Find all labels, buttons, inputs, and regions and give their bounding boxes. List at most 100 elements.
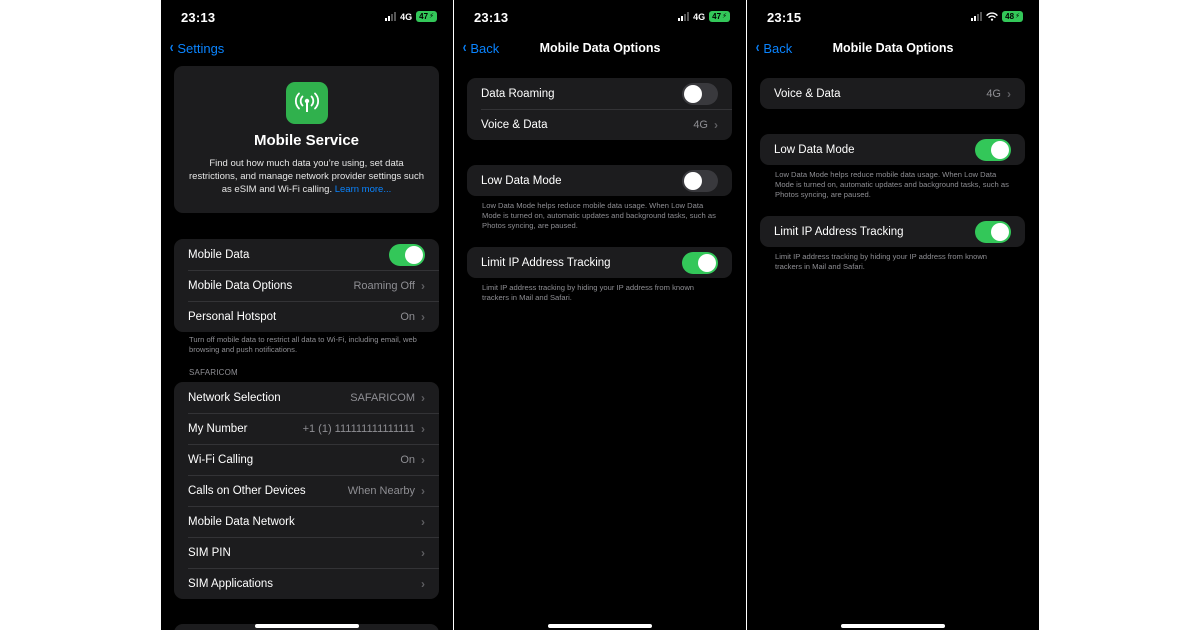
limit-ip-footer: Limit IP address tracking by hiding your… (775, 252, 988, 271)
limit-ip-group: Limit IP Address Tracking (760, 216, 1025, 247)
status-bar: 23:13 4G 47 ⚡ (454, 10, 746, 28)
row-label: Wi-Fi Calling (188, 453, 254, 466)
row-label: Mobile Data (188, 248, 250, 261)
battery-level: 47 (712, 12, 722, 21)
status-bar: 23:13 4G 47 ⚡ (161, 10, 453, 28)
row-label: Mobile Data Network (188, 515, 295, 528)
row-network-selection[interactable]: Network Selection SAFARICOM › (174, 382, 439, 413)
row-calls-other-devices[interactable]: Calls on Other Devices When Nearby › (174, 475, 439, 506)
home-indicator[interactable] (841, 624, 945, 628)
screen-mobile-data-options-before: 23:13 4G 47 ⚡ ‹ Back Mobile Data Options D… (454, 0, 746, 630)
row-limit-ip-tracking: Limit IP Address Tracking (760, 216, 1025, 247)
row-value: On (400, 310, 415, 323)
row-value: Roaming Off (353, 279, 415, 292)
cellular-signal-icon (678, 12, 690, 21)
antenna-icon (285, 82, 328, 124)
status-time: 23:15 (767, 10, 802, 25)
wifi-icon (986, 12, 998, 21)
mobile-data-toggle[interactable] (389, 243, 425, 266)
row-value: 4G (986, 87, 1001, 100)
chevron-right-icon: › (714, 117, 718, 132)
row-sim-pin[interactable]: SIM PIN › (174, 537, 439, 568)
low-data-footer: Low Data Mode helps reduce mobile data u… (482, 201, 716, 230)
row-label: Limit IP Address Tracking (481, 256, 611, 269)
learn-more-link[interactable]: Learn more... (335, 184, 392, 195)
row-label: Calls on Other Devices (188, 484, 306, 497)
chevron-right-icon: › (421, 278, 425, 293)
low-data-mode-toggle[interactable] (975, 138, 1011, 161)
charging-bolt-icon: ⚡ (722, 13, 727, 20)
charging-bolt-icon: ⚡ (429, 13, 434, 20)
row-mobile-data-network[interactable]: Mobile Data Network › (174, 506, 439, 537)
navigation-bar: ‹ Back Mobile Data Options (454, 40, 746, 60)
battery-level: 47 (419, 12, 429, 21)
limit-ip-group: Limit IP Address Tracking (467, 247, 732, 278)
row-label: Voice & Data (774, 87, 841, 100)
page-title: Mobile Data Options (539, 41, 661, 55)
hero-title: Mobile Service (253, 132, 360, 149)
carrier-group: Network Selection SAFARICOM › My Number … (174, 382, 439, 599)
row-label: Low Data Mode (481, 174, 562, 187)
status-time: 23:13 (474, 10, 509, 25)
low-data-footer: Low Data Mode helps reduce mobile data u… (775, 170, 1009, 199)
row-low-data-mode: Low Data Mode (760, 134, 1025, 165)
roaming-group: Data Roaming Voice & Data 4G › (467, 78, 732, 140)
chevron-right-icon: › (421, 483, 425, 498)
data-roaming-toggle[interactable] (682, 82, 718, 105)
chevron-right-icon: › (421, 514, 425, 529)
row-mobile-data: Mobile Data (174, 239, 439, 270)
status-time: 23:13 (181, 10, 216, 25)
low-data-group: Low Data Mode (467, 165, 732, 196)
chevron-left-icon: ‹ (169, 39, 174, 56)
screen-mobile-data-options-after: 23:15 48 ⚡ ‹ Back Mobile Data Options Voic… (747, 0, 1039, 630)
network-type: 4G (400, 11, 413, 22)
navigation-bar: ‹ Back Mobile Data Options (747, 40, 1039, 60)
row-limit-ip-tracking: Limit IP Address Tracking (467, 247, 732, 278)
row-label: My Number (188, 422, 248, 435)
back-button[interactable]: ‹ Settings (169, 39, 225, 56)
hero-description: Find out how much data you’re using, set… (188, 157, 425, 196)
back-label: Settings (177, 40, 225, 56)
status-bar: 23:15 48 ⚡ (747, 10, 1039, 28)
row-label: Data Roaming (481, 87, 555, 100)
navigation-bar: ‹ Settings (161, 40, 453, 60)
row-label: Personal Hotspot (188, 310, 277, 323)
battery-level: 48 (1005, 12, 1015, 21)
chevron-right-icon: › (421, 390, 425, 405)
row-label: Limit IP Address Tracking (774, 225, 904, 238)
mobile-data-footer: Turn off mobile data to restrict all dat… (189, 335, 417, 354)
low-data-mode-toggle[interactable] (682, 169, 718, 192)
row-value: On (400, 453, 415, 466)
low-data-group: Low Data Mode (760, 134, 1025, 165)
row-label: SIM Applications (188, 577, 274, 590)
row-my-number[interactable]: My Number +1 (1) 111111111111111 › (174, 413, 439, 444)
row-low-data-mode: Low Data Mode (467, 165, 732, 196)
battery-icon: 47 ⚡ (709, 11, 730, 22)
limit-ip-tracking-toggle[interactable] (975, 220, 1011, 243)
row-voice-data[interactable]: Voice & Data 4G › (760, 78, 1025, 109)
row-mobile-data-options[interactable]: Mobile Data Options Roaming Off › (174, 270, 439, 301)
chevron-right-icon: › (421, 545, 425, 560)
row-personal-hotspot[interactable]: Personal Hotspot On › (174, 301, 439, 332)
limit-ip-footer: Limit IP address tracking by hiding your… (482, 283, 695, 302)
row-label: Low Data Mode (774, 143, 855, 156)
chevron-right-icon: › (421, 309, 425, 324)
cellular-signal-icon (385, 12, 397, 21)
battery-icon: 48 ⚡ (1002, 11, 1023, 22)
home-indicator[interactable] (548, 624, 652, 628)
chevron-right-icon: › (421, 576, 425, 591)
screen-mobile-service: 23:13 4G 47 ⚡ ‹ Settings Mobile Service Fi… (161, 0, 453, 630)
charging-bolt-icon: ⚡ (1015, 13, 1020, 20)
section-header: SAFARICOM (189, 368, 238, 377)
row-value: SAFARICOM (350, 391, 415, 404)
row-value: When Nearby (347, 484, 415, 497)
row-sim-applications[interactable]: SIM Applications › (174, 568, 439, 599)
mobile-data-group: Mobile Data Mobile Data Options Roaming … (174, 239, 439, 332)
row-wifi-calling[interactable]: Wi-Fi Calling On › (174, 444, 439, 475)
voice-data-group: Voice & Data 4G › (760, 78, 1025, 109)
home-indicator[interactable] (255, 624, 359, 628)
row-value: +1 (1) 111111111111111 (302, 422, 415, 435)
chevron-right-icon: › (1007, 86, 1011, 101)
row-voice-data[interactable]: Voice & Data 4G › (467, 109, 732, 140)
limit-ip-tracking-toggle[interactable] (682, 251, 718, 274)
